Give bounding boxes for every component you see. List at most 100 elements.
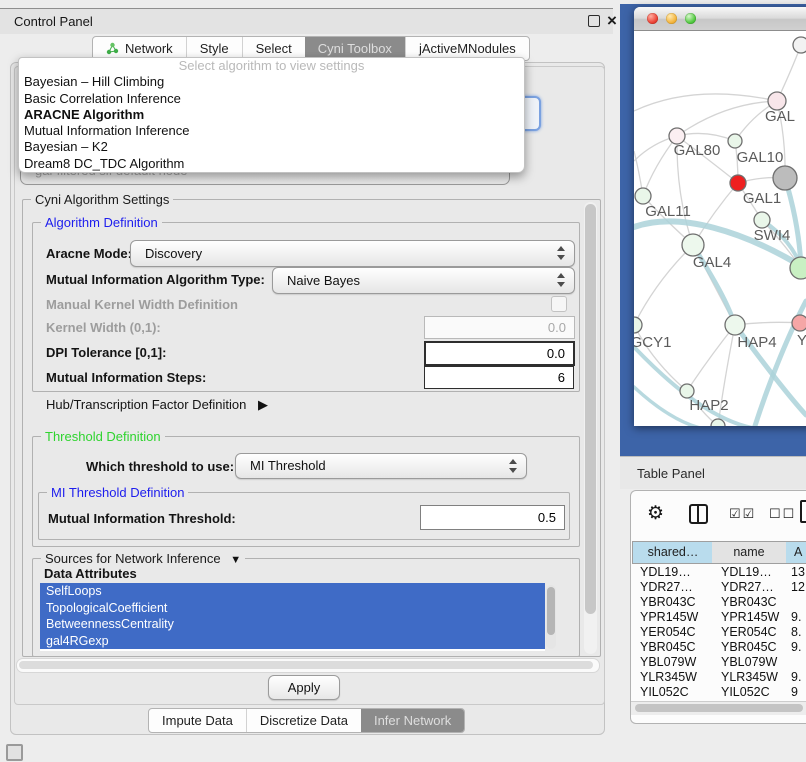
dropdown-item-selected[interactable]: ARACNE Algorithm — [19, 107, 524, 123]
attributes-list-scrollbar[interactable] — [546, 585, 556, 649]
node-gcy1[interactable] — [634, 317, 642, 333]
columns-icon[interactable] — [689, 504, 708, 524]
table-cell[interactable] — [791, 655, 806, 670]
dropdown-item[interactable]: Basic Correlation Inference — [19, 91, 524, 107]
node-gal10[interactable] — [728, 134, 742, 148]
node-gal4[interactable] — [682, 234, 704, 256]
node-y-partial[interactable] — [792, 315, 806, 331]
table-row[interactable]: YPR145W YPR145W 9. — [631, 610, 806, 625]
deselect-all-checkboxes-icon[interactable]: ☐☐ — [769, 506, 796, 522]
table-row[interactable]: YIL052C YIL052C 9 — [631, 685, 806, 698]
table-row[interactable]: YBL079W YBL079W — [631, 655, 806, 670]
scrollbar-thumb[interactable] — [547, 587, 555, 635]
table-cell[interactable]: YBL079W — [640, 655, 712, 670]
float-window-icon[interactable] — [588, 15, 600, 27]
mi-algorithm-type-label: Mutual Information Algorithm Type: — [46, 272, 265, 287]
table-cell[interactable]: YPR145W — [640, 610, 712, 625]
minimized-panel-icon[interactable] — [6, 744, 23, 761]
minimize-traffic-light-icon[interactable] — [666, 13, 677, 24]
table-row[interactable]: YDR27… YDR27… 12 — [631, 580, 806, 595]
zoom-traffic-light-icon[interactable] — [685, 13, 696, 24]
table-cell[interactable]: YBR045C — [640, 640, 712, 655]
mi-algorithm-type-combobox[interactable]: Naive Bayes — [272, 267, 575, 294]
table-cell[interactable]: YBL079W — [721, 655, 787, 670]
table-cell[interactable] — [791, 595, 806, 610]
table-cell[interactable]: YIL052C — [640, 685, 712, 698]
node-unlabeled-mid[interactable] — [754, 212, 770, 228]
column-header-partial[interactable]: A — [786, 541, 806, 564]
tab-impute-data[interactable]: Impute Data — [149, 709, 246, 732]
table-cell[interactable]: YBR043C — [640, 595, 712, 610]
table-cell[interactable]: YER054C — [640, 625, 712, 640]
table-cell[interactable]: YDR27… — [640, 580, 712, 595]
dropdown-item[interactable]: Bayesian – K2 — [19, 139, 524, 155]
table-cell[interactable]: 13 — [791, 565, 806, 580]
node-unlabeled-top[interactable] — [793, 37, 806, 53]
manual-kernel-width-checkbox[interactable] — [551, 296, 567, 312]
dpi-tolerance-field[interactable]: 0.0 — [424, 341, 575, 366]
node-unlabeled-bottom[interactable] — [711, 419, 725, 426]
node-gal11[interactable] — [635, 188, 651, 204]
close-traffic-light-icon[interactable] — [647, 13, 658, 24]
list-item[interactable]: BetweennessCentrality — [40, 616, 545, 633]
node-gal1[interactable] — [730, 175, 746, 191]
node-label: SWI4 — [754, 227, 791, 244]
table-cell[interactable]: YDL19… — [721, 565, 787, 580]
settings-vertical-scrollbar[interactable] — [584, 202, 597, 654]
sources-expander[interactable]: Sources for Network Inference ▼ — [41, 551, 245, 566]
table-cell[interactable]: YBR045C — [721, 640, 787, 655]
list-item[interactable]: gal4RGexp — [40, 633, 545, 650]
table-cell[interactable]: YDR27… — [721, 580, 787, 595]
select-all-checkboxes-icon[interactable]: ☑☑ — [729, 506, 756, 522]
table-cell[interactable]: YER054C — [721, 625, 787, 640]
table-cell[interactable]: YBR043C — [721, 595, 787, 610]
column-header-name[interactable]: name — [712, 541, 787, 564]
table-cell[interactable]: YDL19… — [640, 565, 712, 580]
gear-icon[interactable]: ⚙ — [647, 502, 664, 525]
which-threshold-combobox[interactable]: MI Threshold — [235, 453, 527, 479]
scrollbar-thumb[interactable] — [635, 704, 803, 712]
list-item[interactable]: TopologicalCoefficient — [40, 600, 545, 617]
table-row[interactable]: YBR045C YBR045C 9. — [631, 640, 806, 655]
table-cell[interactable]: YLR345W — [640, 670, 712, 685]
table-row[interactable]: YLR345W YLR345W 9. — [631, 670, 806, 685]
tab-discretize-data[interactable]: Discretize Data — [246, 709, 361, 732]
table-row[interactable]: YBR043C YBR043C — [631, 595, 806, 610]
aracne-mode-combobox[interactable]: Discovery — [130, 240, 575, 267]
table-row[interactable]: YDL19… YDL19… 13 — [631, 565, 806, 580]
network-canvas[interactable]: GAL GAL80 GAL10 GAL1 GAL11 SWI4 GAL4 GCY… — [634, 31, 806, 426]
table-cell[interactable]: YLR345W — [721, 670, 787, 685]
dropdown-item[interactable]: Mutual Information Inference — [19, 123, 524, 139]
mi-steps-field[interactable]: 6 — [424, 366, 574, 389]
column-header-shared-name[interactable]: shared… — [632, 541, 714, 564]
close-panel-icon[interactable]: × — [607, 11, 617, 31]
table-cell[interactable]: 9. — [791, 670, 806, 685]
apply-button[interactable]: Apply — [268, 675, 340, 700]
hub-definition-expander[interactable]: Hub/Transcription Factor Definition ▶ — [46, 397, 268, 413]
table-row[interactable]: YER054C YER054C 8. — [631, 625, 806, 640]
mi-threshold-label: Mutual Information Threshold: — [48, 511, 236, 526]
node-gray[interactable] — [773, 166, 797, 190]
scrollbar-thumb[interactable] — [19, 661, 593, 669]
table-cell[interactable]: 9 — [791, 685, 806, 698]
scrollbar-thumb[interactable] — [585, 204, 596, 614]
table-cell[interactable]: 9. — [791, 640, 806, 655]
kernel-width-field[interactable]: 0.0 — [424, 316, 575, 339]
node-swi4[interactable] — [790, 257, 806, 279]
table-cell[interactable]: YIL052C — [721, 685, 787, 698]
node-hap4[interactable] — [725, 315, 745, 335]
list-item[interactable]: SelfLoops — [40, 583, 545, 600]
node-hap2[interactable] — [680, 384, 694, 398]
table-horizontal-scrollbar[interactable] — [631, 701, 806, 715]
dropdown-item[interactable]: Dream8 DC_TDC Algorithm — [19, 156, 524, 172]
mi-threshold-field[interactable]: 0.5 — [420, 505, 565, 530]
dropdown-item[interactable]: Bayesian – Hill Climbing — [19, 74, 524, 90]
settings-horizontal-scrollbar[interactable] — [16, 658, 600, 673]
table-cell[interactable]: YPR145W — [721, 610, 787, 625]
table-cell[interactable]: 8. — [791, 625, 806, 640]
network-window-titlebar[interactable] — [634, 7, 806, 31]
table-cell[interactable]: 12 — [791, 580, 806, 595]
tab-infer-network[interactable]: Infer Network — [361, 709, 464, 732]
table-cell[interactable]: 9. — [791, 610, 806, 625]
new-table-icon[interactable] — [800, 500, 806, 523]
